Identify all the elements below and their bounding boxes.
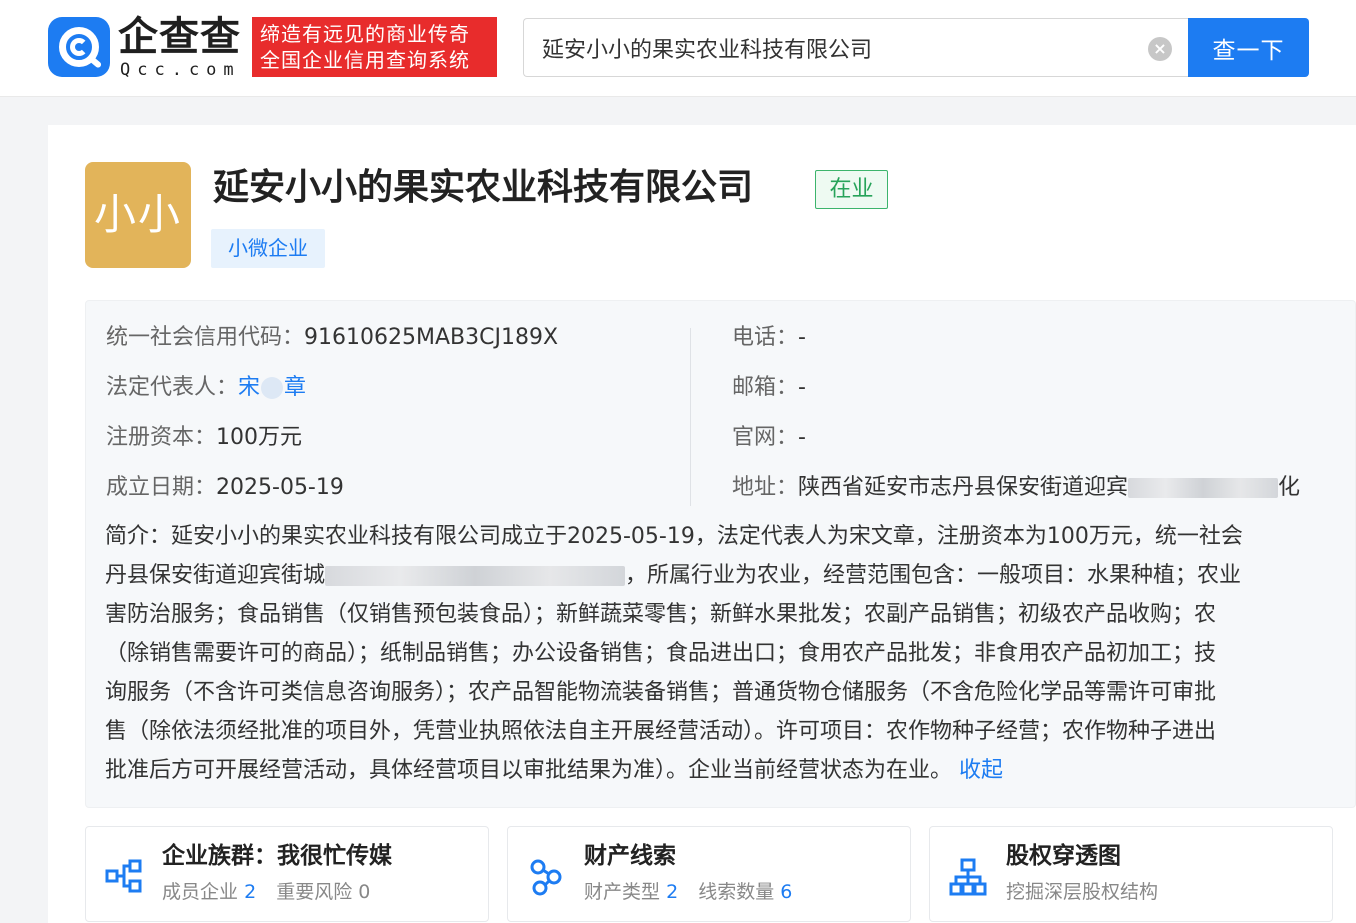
slogan-line-2: 全国企业信用查询系统 [260,48,470,72]
company-name[interactable]: 延安小小的果实农业科技有限公司 [213,163,753,213]
logo-inner-ring-shape [70,38,88,56]
intro-line-2: 丹县保安街道迎宾街城 ，所属行业为农业，经营范围包含：一般项目：水果种植；农业 [105,556,1345,595]
address-value[interactable]: 陕西省延安市志丹县保安街道迎宾 [798,475,1128,500]
search-input[interactable] [542,29,1132,67]
phone-label: 电话： [732,325,799,350]
intro-line-6: 售（除依法须经批准的项目外，凭营业执照依法自主开展经营活动）。许可项目：农作物种… [105,719,1217,744]
group-structure-icon [105,859,142,893]
capital-value: 100万元 [216,425,303,450]
risk-count: 0 [358,881,371,903]
website-label: 官网： [732,425,799,450]
top-bar: 企查查 Qcc.com 缔造有远见的商业传奇 全国企业信用查询系统 × 查一下 [0,0,1356,97]
intro-line-3: 害防治服务；食品销售（仅销售预包装食品）；新鲜蔬菜零售；新鲜水果批发；农副产品销… [105,602,1217,627]
status-badge: 在业 [815,170,888,209]
legal-rep-first-char: 宋 [238,375,261,400]
quick-card-group-title: 企业族群：我很忙传媒 [162,843,392,869]
founded-label: 成立日期： [106,475,217,500]
intro-line-4: （除销售需要许可的商品）；纸制品销售；办公设备销售；食品进出口；食用农产品批发；… [105,641,1217,666]
intro-line-7: 批准后方可开展经营活动，具体经营项目以审批结果为准）。企业当前经营状态为在业。 … [105,751,1345,787]
logo-english-name: Qcc.com [120,60,241,80]
logo-tail-shape [87,55,103,69]
search-box: × [523,18,1189,77]
email-field: 邮箱：- [732,373,806,403]
intro-line-1: 简介：延安小小的果实农业科技有限公司成立于2025-05-19，法定代表人为宋文… [105,524,1243,549]
address-label: 地址： [732,475,799,500]
legal-rep-field: 法定代表人：宋章 [106,373,306,403]
quick-card-equity[interactable]: 股权穿透图 挖掘深层股权结构 [929,826,1333,922]
credit-code-field: 统一社会信用代码：91610625MAB3CJ189X [106,323,558,353]
member-count: 2 [244,881,257,903]
address-field: 地址：陕西省延安市志丹县保安街道迎宾 化 [732,473,1344,503]
quick-card-assets-title: 财产线索 [584,843,676,869]
quick-card-equity-title: 股权穿透图 [1006,843,1121,869]
founded-field: 成立日期：2025-05-19 [106,473,344,503]
legal-rep-mask [261,377,284,399]
founded-value: 2025-05-19 [216,475,344,500]
slogan-line-1: 缔造有远见的商业传奇 [260,22,470,46]
legal-rep-last-char: 章 [284,375,307,400]
address-tail: 化 [1278,475,1301,500]
quick-card-equity-sub: 挖掘深层股权结构 [1006,881,1159,903]
website-field: 官网：- [732,423,806,453]
email-value: - [798,375,806,400]
credit-code-label: 统一社会信用代码： [106,325,305,350]
quick-card-group-sub: 成员企业 2 重要风险 0 [162,877,370,907]
qcc-logo-icon[interactable] [48,17,110,77]
intro-address-mask [325,566,626,586]
asset-type-count: 2 [666,881,679,903]
address-mask [1128,478,1279,498]
asset-link-icon [530,859,562,896]
collapse-link[interactable]: 收起 [959,758,1003,783]
logo-chinese-name: 企查查 [118,14,241,60]
email-label: 邮箱： [732,375,799,400]
risk-label: 重要风险 [276,881,353,903]
website-value: - [798,425,806,450]
quick-card-assets-sub: 财产类型 2 线索数量 6 [584,877,792,907]
legal-rep-label: 法定代表人： [106,375,239,400]
intro-line-7-text: 批准后方可开展经营活动，具体经营项目以审批结果为准）。企业当前经营状态为在业。 [105,758,953,783]
phone-value: - [798,325,806,350]
intro-line-2a: 丹县保安街道迎宾街城 [105,563,326,588]
capital-field: 注册资本：100万元 [106,423,302,453]
asset-type-label: 财产类型 [584,881,661,903]
qcc-logo-text[interactable]: 企查查 Qcc.com [118,14,248,80]
clue-count: 6 [780,881,793,903]
capital-label: 注册资本： [106,425,217,450]
company-avatar: 小小 [85,162,191,268]
member-label: 成员企业 [162,881,239,903]
intro-line-5: 询服务（不含许可类信息咨询服务）；农产品智能物流装备销售；普通货物仓储服务（不含… [105,680,1217,705]
quick-card-group[interactable]: 企业族群：我很忙传媒 成员企业 2 重要风险 0 [85,826,489,922]
info-divider [690,328,691,506]
credit-code-value[interactable]: 91610625MAB3CJ189X [304,325,558,350]
legal-rep-link[interactable]: 宋章 [238,375,306,400]
phone-field: 电话：- [732,323,806,353]
company-intro: 简介：延安小小的果实农业科技有限公司成立于2025-05-19，法定代表人为宋文… [105,517,1345,787]
company-size-tag[interactable]: 小微企业 [211,229,325,268]
intro-line-2b: ，所属行业为农业，经营范围包含：一般项目：水果种植；农业 [625,563,1242,588]
slogan-banner: 缔造有远见的商业传奇 全国企业信用查询系统 [252,17,497,77]
equity-tree-icon [949,858,987,896]
quick-card-assets[interactable]: 财产线索 财产类型 2 线索数量 6 [507,826,911,922]
clear-icon[interactable]: × [1148,37,1172,61]
search-button[interactable]: 查一下 [1188,18,1309,77]
clue-label: 线索数量 [698,881,775,903]
